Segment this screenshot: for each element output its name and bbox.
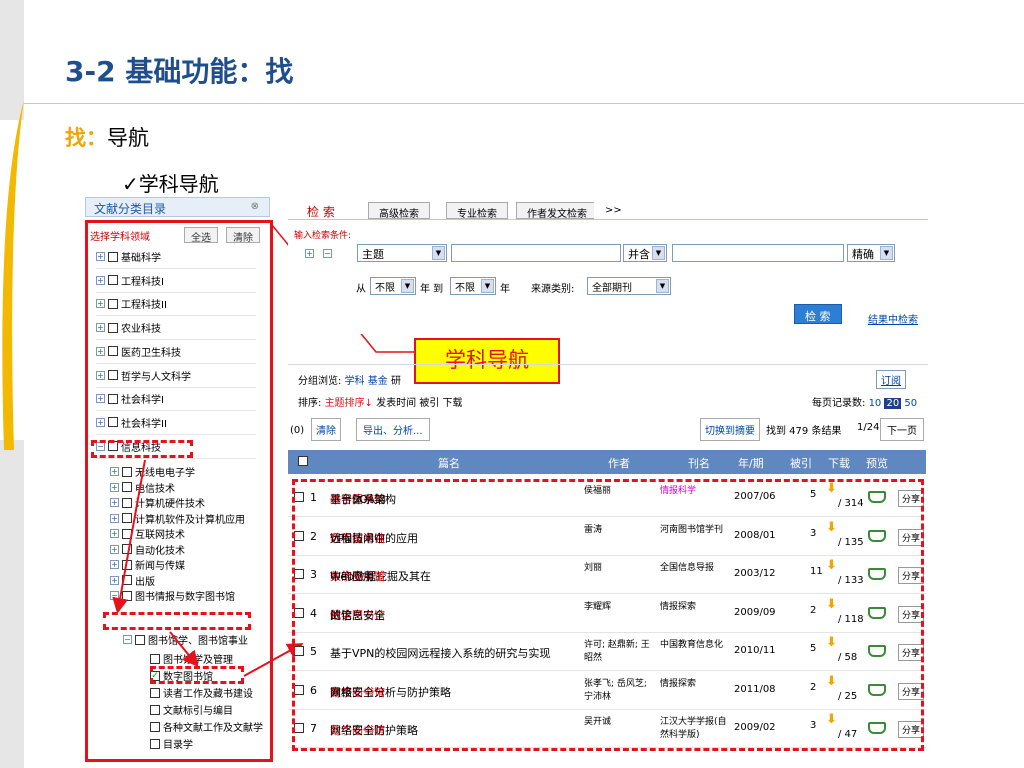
col-download[interactable]: 下载	[828, 455, 850, 471]
sort-topic[interactable]: 主题排序↓	[325, 398, 373, 409]
from-label: 从	[356, 284, 366, 295]
keyword-input-1[interactable]	[451, 244, 621, 262]
search-form: 输入检索条件: + − 主题 ▼ 并含 ▼ 精确 ▼ 从 不限 ▼ 年 到 不限 ▼ 年 …	[288, 222, 928, 334]
year-to-select[interactable]: 不限 ▼	[450, 277, 496, 295]
sort-date[interactable]: 发表时间	[376, 398, 416, 409]
source-type-label: 来源类别:	[531, 284, 575, 295]
col-title[interactable]: 篇名	[438, 455, 460, 471]
add-condition-icon[interactable]: +	[305, 249, 314, 258]
col-year[interactable]: 年/期	[738, 455, 764, 471]
sort-download[interactable]: 下载	[443, 398, 463, 409]
export-analyze-button[interactable]: 导出、分析...	[356, 418, 430, 441]
match-select[interactable]: 精确 ▼	[847, 244, 895, 262]
per-page-50[interactable]: 50	[904, 398, 917, 409]
year-to-label: 年 到	[420, 284, 444, 295]
col-preview[interactable]: 预览	[866, 455, 888, 471]
clear-results-button[interactable]: 清除	[311, 418, 341, 441]
group-research[interactable]: 研	[391, 376, 401, 387]
selected-count: (0)	[290, 425, 305, 436]
callout-subject-navigation: 学科导航	[414, 338, 560, 384]
select-all-checkbox[interactable]	[298, 456, 308, 466]
search-tabs: 检 索 高级检索 专业检索 作者发文检索 >>	[288, 200, 928, 220]
year-suffix-label: 年	[500, 284, 510, 295]
highlight-results	[292, 479, 924, 751]
col-cited[interactable]: 被引	[790, 455, 812, 471]
slide: 3-2 基础功能：找 找：导航 ✓学科导航 文献分类目录 ⊗ 选择学科领域 全选…	[0, 0, 1024, 768]
search-button[interactable]: 检 索	[794, 304, 842, 324]
group-browse: 分组浏览: 学科 基金 研	[298, 376, 401, 387]
year-from-select[interactable]: 不限 ▼	[370, 277, 416, 295]
per-page-10[interactable]: 10	[869, 398, 882, 409]
tab-advanced-search[interactable]: 高级检索	[368, 202, 430, 220]
tab-author-search[interactable]: 作者发文检索	[516, 202, 598, 220]
subscribe-link[interactable]: 订阅	[876, 370, 906, 389]
group-fund[interactable]: 基金	[368, 376, 388, 387]
tab-more[interactable]: >>	[594, 202, 633, 219]
tab-professional-search[interactable]: 专业检索	[446, 202, 508, 220]
sort-bar: 排序: 主题排序↓ 发表时间 被引 下载	[298, 398, 463, 409]
col-author[interactable]: 作者	[608, 455, 630, 471]
next-page-button[interactable]: 下一页	[880, 418, 924, 441]
sort-cited[interactable]: 被引	[419, 398, 439, 409]
search-condition-label: 输入检索条件:	[294, 231, 352, 241]
search-in-results-link[interactable]: 结果中检索	[868, 311, 918, 326]
found-count: 找到 479 条结果	[766, 426, 842, 437]
per-page-20[interactable]: 20	[884, 398, 902, 409]
per-page: 每页记录数: 10 20 50	[812, 398, 918, 409]
field-select[interactable]: 主题 ▼	[357, 244, 447, 262]
switch-abstract-button[interactable]: 切换到摘要	[700, 418, 760, 441]
source-type-select[interactable]: 全部期刊 ▼	[587, 277, 671, 295]
logic-select[interactable]: 并含 ▼	[623, 244, 667, 262]
remove-condition-icon[interactable]: −	[323, 249, 332, 258]
group-subject[interactable]: 学科	[345, 376, 365, 387]
results-divider	[288, 364, 928, 365]
results-table-header: 篇名 作者 刊名 年/期 被引 下载 预览	[288, 450, 926, 474]
tab-search[interactable]: 检 索	[296, 200, 346, 219]
col-journal[interactable]: 刊名	[688, 455, 710, 471]
keyword-input-2[interactable]	[672, 244, 844, 262]
page-indicator: 1/24	[857, 422, 880, 433]
